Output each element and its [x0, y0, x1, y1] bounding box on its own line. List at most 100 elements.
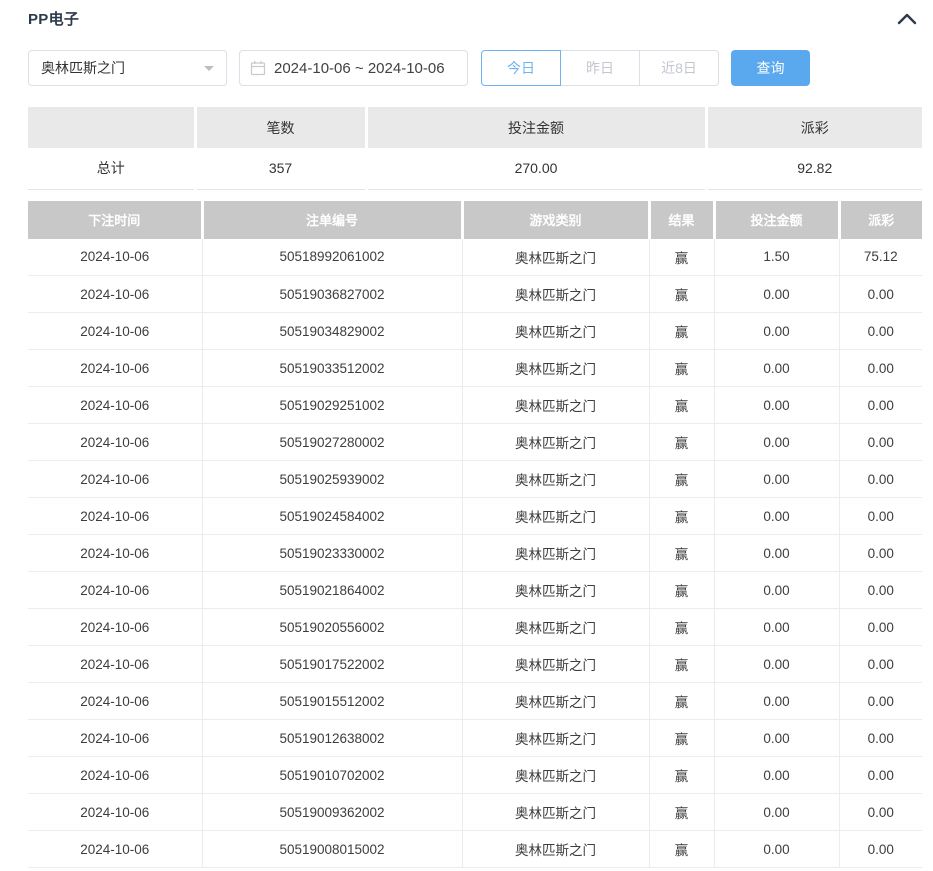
summary-total-label: 总计: [28, 148, 195, 189]
cell-bet-id: 50519033512002: [202, 350, 462, 387]
cell-bet-amount: 0.00: [714, 609, 839, 646]
cell-game-category: 奥林匹斯之门: [462, 239, 649, 276]
cell-result: 赢: [649, 720, 714, 757]
cell-bet-id: 50519024584002: [202, 498, 462, 535]
cell-bet-id: 50519025939002: [202, 461, 462, 498]
cell-game-category: 奥林匹斯之门: [462, 609, 649, 646]
cell-result: 赢: [649, 276, 714, 313]
col-header-bet-time: 下注时间: [28, 201, 202, 239]
cell-result: 赢: [649, 350, 714, 387]
cell-payout: 0.00: [839, 313, 922, 350]
summary-total-row: 总计 357 270.00 92.82: [28, 148, 922, 189]
cell-bet-amount: 0.00: [714, 498, 839, 535]
cell-game-category: 奥林匹斯之门: [462, 535, 649, 572]
cell-game-category: 奥林匹斯之门: [462, 350, 649, 387]
cell-result: 赢: [649, 683, 714, 720]
filter-bar: 奥林匹斯之门 2024-10-06 ~ 2024-10-06 今日昨日近8日 查…: [28, 50, 922, 86]
cell-bet-amount: 0.00: [714, 313, 839, 350]
col-header-result: 结果: [649, 201, 714, 239]
cell-bet-amount: 0.00: [714, 572, 839, 609]
quick-range-button-0[interactable]: 今日: [481, 50, 561, 86]
cell-result: 赢: [649, 239, 714, 276]
cell-bet-amount: 0.00: [714, 720, 839, 757]
table-row: 2024-10-06 50519033512002 奥林匹斯之门 赢 0.00 …: [28, 350, 922, 387]
cell-bet-id: 50519029251002: [202, 387, 462, 424]
cell-bet-time: 2024-10-06: [28, 387, 202, 424]
table-row: 2024-10-06 50519008015002 奥林匹斯之门 赢 0.00 …: [28, 831, 922, 868]
cell-game-category: 奥林匹斯之门: [462, 276, 649, 313]
page-title: PP电子: [28, 8, 79, 29]
cell-bet-id: 50519015512002: [202, 683, 462, 720]
cell-bet-time: 2024-10-06: [28, 424, 202, 461]
cell-payout: 0.00: [839, 646, 922, 683]
cell-game-category: 奥林匹斯之门: [462, 572, 649, 609]
cell-bet-time: 2024-10-06: [28, 831, 202, 868]
cell-bet-id: 50519023330002: [202, 535, 462, 572]
cell-bet-time: 2024-10-06: [28, 572, 202, 609]
cell-game-category: 奥林匹斯之门: [462, 424, 649, 461]
pp-electronic-panel: PP电子 奥林匹斯之门 2024-10-06 ~ 2024: [0, 0, 933, 871]
table-row: 2024-10-06 50519021864002 奥林匹斯之门 赢 0.00 …: [28, 572, 922, 609]
date-range-input[interactable]: 2024-10-06 ~ 2024-10-06: [239, 50, 468, 86]
quick-range-button-1[interactable]: 昨日: [560, 50, 640, 86]
cell-bet-id: 50518992061002: [202, 239, 462, 276]
game-select[interactable]: 奥林匹斯之门: [28, 50, 227, 86]
summary-total-payout: 92.82: [706, 148, 922, 189]
summary-table: 笔数 投注金额 派彩 总计 357 270.00 92.82: [28, 107, 922, 190]
table-row: 2024-10-06 50519010702002 奥林匹斯之门 赢 0.00 …: [28, 757, 922, 794]
table-row: 2024-10-06 50519012638002 奥林匹斯之门 赢 0.00 …: [28, 720, 922, 757]
cell-result: 赢: [649, 757, 714, 794]
cell-game-category: 奥林匹斯之门: [462, 387, 649, 424]
cell-bet-amount: 0.00: [714, 646, 839, 683]
game-select-value: 奥林匹斯之门: [41, 58, 125, 78]
query-button[interactable]: 查询: [731, 50, 810, 86]
cell-bet-id: 50519036827002: [202, 276, 462, 313]
cell-bet-time: 2024-10-06: [28, 720, 202, 757]
cell-game-category: 奥林匹斯之门: [462, 720, 649, 757]
table-row: 2024-10-06 50519017522002 奥林匹斯之门 赢 0.00 …: [28, 646, 922, 683]
cell-result: 赢: [649, 609, 714, 646]
cell-bet-time: 2024-10-06: [28, 498, 202, 535]
cell-payout: 0.00: [839, 609, 922, 646]
col-header-bet-id: 注单编号: [202, 201, 462, 239]
cell-payout: 0.00: [839, 794, 922, 831]
cell-bet-amount: 0.00: [714, 424, 839, 461]
cell-bet-id: 50519034829002: [202, 313, 462, 350]
cell-payout: 75.12: [839, 239, 922, 276]
cell-game-category: 奥林匹斯之门: [462, 683, 649, 720]
records-table: 下注时间 注单编号 游戏类别 结果 投注金额 派彩 2024-10-06 505…: [28, 201, 922, 869]
collapse-button[interactable]: [897, 12, 917, 25]
cell-payout: 0.00: [839, 535, 922, 572]
cell-result: 赢: [649, 313, 714, 350]
cell-bet-time: 2024-10-06: [28, 350, 202, 387]
cell-result: 赢: [649, 831, 714, 868]
summary-col-blank: [28, 107, 195, 148]
cell-bet-amount: 0.00: [714, 276, 839, 313]
cell-bet-time: 2024-10-06: [28, 609, 202, 646]
cell-game-category: 奥林匹斯之门: [462, 794, 649, 831]
cell-bet-time: 2024-10-06: [28, 461, 202, 498]
table-row: 2024-10-06 50519023330002 奥林匹斯之门 赢 0.00 …: [28, 535, 922, 572]
table-row: 2024-10-06 50518992061002 奥林匹斯之门 赢 1.50 …: [28, 239, 922, 276]
cell-bet-id: 50519027280002: [202, 424, 462, 461]
cell-payout: 0.00: [839, 350, 922, 387]
cell-bet-amount: 0.00: [714, 757, 839, 794]
cell-result: 赢: [649, 461, 714, 498]
cell-bet-time: 2024-10-06: [28, 794, 202, 831]
summary-col-payout: 派彩: [706, 107, 922, 148]
cell-payout: 0.00: [839, 461, 922, 498]
records-header-row: 下注时间 注单编号 游戏类别 结果 投注金额 派彩: [28, 201, 922, 239]
cell-bet-time: 2024-10-06: [28, 239, 202, 276]
table-row: 2024-10-06 50519024584002 奥林匹斯之门 赢 0.00 …: [28, 498, 922, 535]
cell-bet-amount: 0.00: [714, 535, 839, 572]
records-body: 2024-10-06 50518992061002 奥林匹斯之门 赢 1.50 …: [28, 239, 922, 868]
cell-payout: 0.00: [839, 757, 922, 794]
quick-range-button-2[interactable]: 近8日: [639, 50, 719, 86]
summary-col-bet-amount: 投注金额: [366, 107, 706, 148]
cell-bet-time: 2024-10-06: [28, 646, 202, 683]
cell-game-category: 奥林匹斯之门: [462, 757, 649, 794]
table-row: 2024-10-06 50519034829002 奥林匹斯之门 赢 0.00 …: [28, 313, 922, 350]
table-row: 2024-10-06 50519036827002 奥林匹斯之门 赢 0.00 …: [28, 276, 922, 313]
cell-game-category: 奥林匹斯之门: [462, 313, 649, 350]
table-row: 2024-10-06 50519020556002 奥林匹斯之门 赢 0.00 …: [28, 609, 922, 646]
